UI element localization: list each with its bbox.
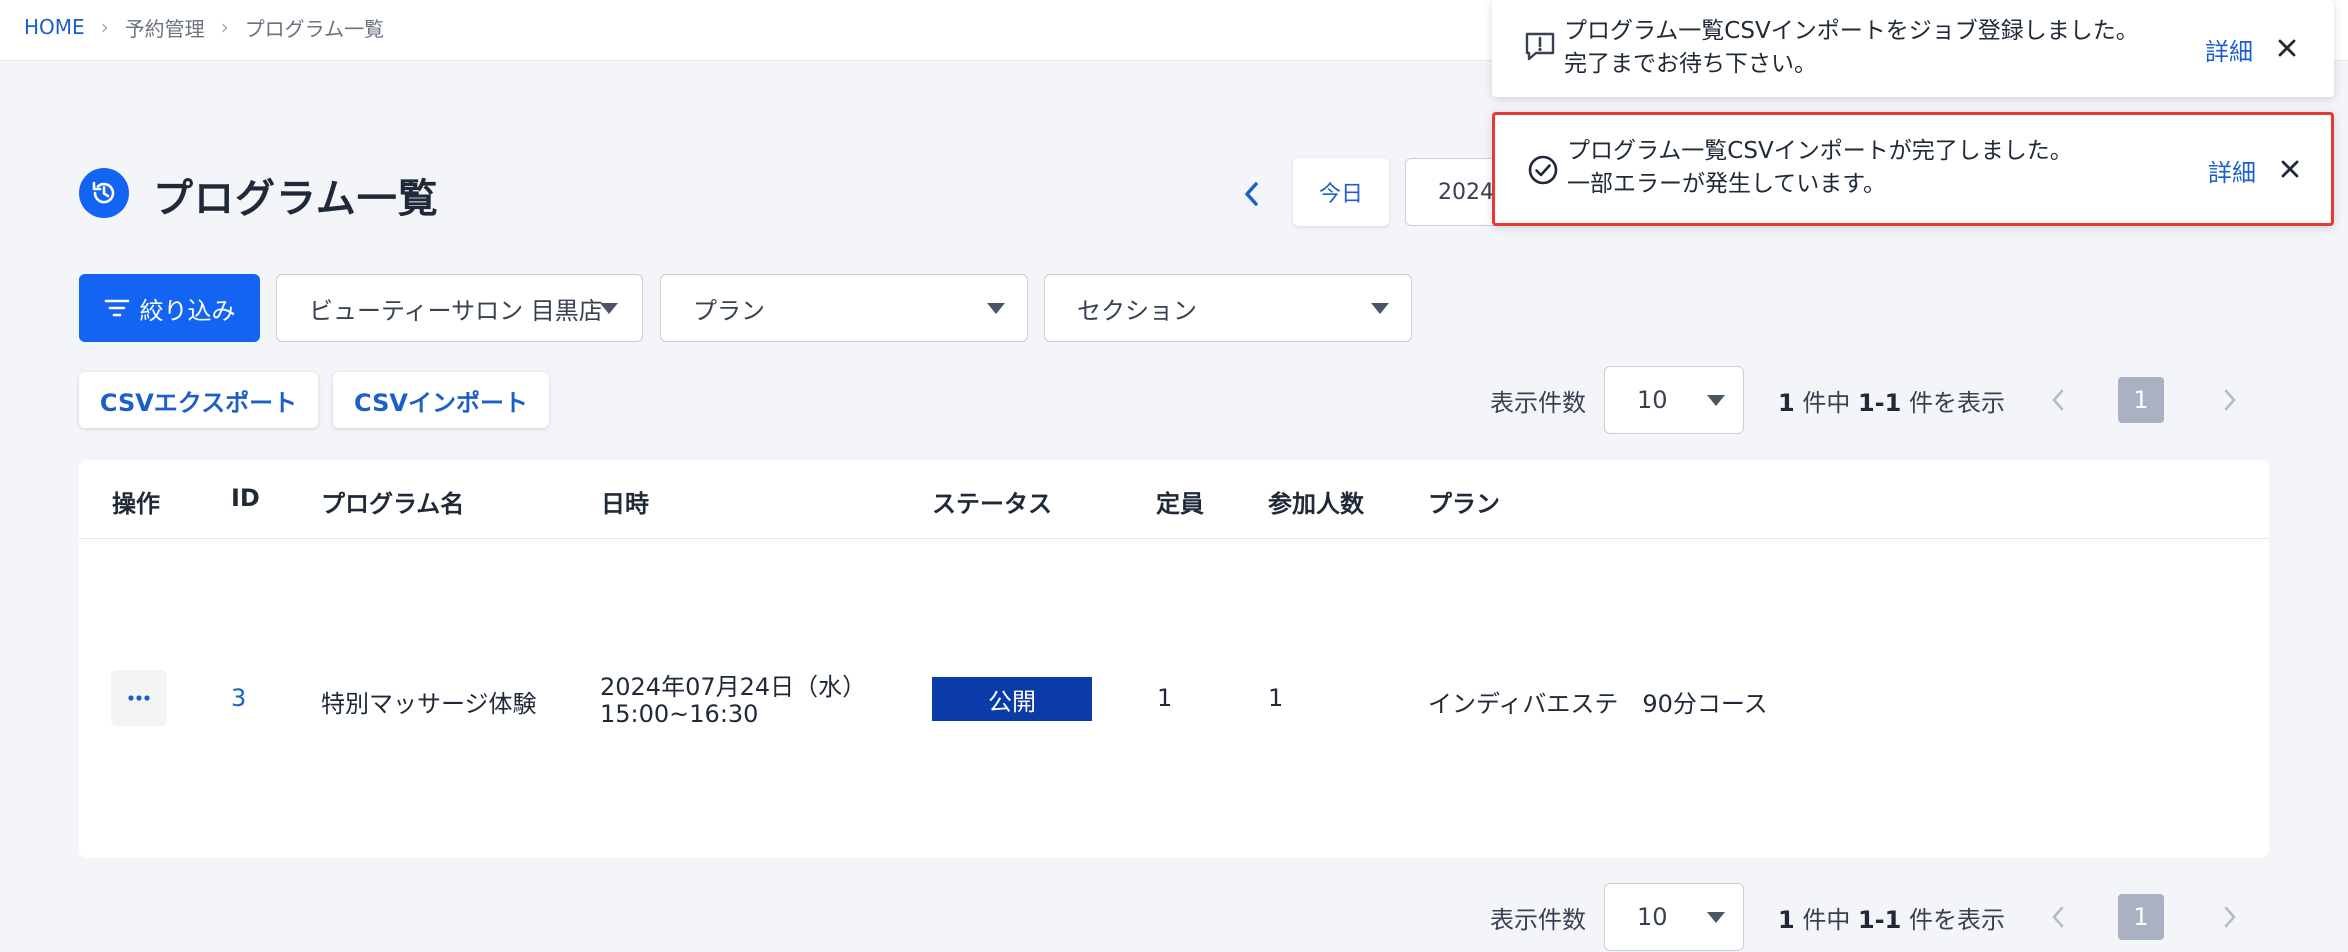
page-number-button[interactable]: 1	[2118, 377, 2164, 423]
header-datetime: 日時	[601, 490, 649, 518]
csv-import-button[interactable]: CSVインポート	[333, 372, 549, 428]
breadcrumb-home[interactable]: HOME	[24, 15, 85, 39]
toast-line-2: 一部エラーが発生しています。	[1567, 171, 1887, 197]
breadcrumb-reservation[interactable]: 予約管理	[125, 13, 205, 42]
row-date: 2024年07月24日（水）	[600, 673, 867, 701]
row-id-link[interactable]: 3	[231, 684, 246, 712]
filter-icon	[104, 299, 129, 317]
breadcrumb: HOME › 予約管理 › プログラム一覧	[24, 13, 385, 42]
toast-import-complete: プログラム一覧CSVインポートが完了しました。 一部エラーが発生しています。 詳…	[1492, 112, 2334, 226]
next-page-button[interactable]	[2208, 378, 2252, 422]
row-program-name: 特別マッサージ体験	[321, 690, 537, 718]
per-page-select[interactable]: 10	[1604, 366, 1744, 434]
chevron-left-icon	[2052, 906, 2064, 928]
header-status: ステータス	[932, 490, 1052, 518]
date-value: 2024	[1438, 179, 1494, 205]
status-badge: 公開	[932, 677, 1092, 721]
toast-message: プログラム一覧CSVインポートをジョブ登録しました。 完了までお待ち下さい。	[1564, 15, 2139, 81]
caret-down-icon	[987, 303, 1005, 314]
header-participants: 参加人数	[1268, 490, 1364, 518]
header-capacity: 定員	[1156, 490, 1204, 518]
header-id: ID	[231, 484, 260, 512]
plan-select-value: プラン	[693, 296, 765, 325]
chevron-left-icon	[1245, 182, 1258, 206]
result-count: 1 件中 1-1 件を表示	[1778, 905, 2005, 934]
breadcrumb-separator-icon: ›	[100, 15, 109, 39]
previous-page-button[interactable]	[2036, 378, 2080, 422]
toast-line-1: プログラム一覧CSVインポートをジョブ登録しました。	[1564, 18, 2139, 44]
store-select[interactable]: ビューティーサロン 目黒店	[276, 274, 643, 342]
close-icon[interactable]	[2272, 33, 2302, 63]
filter-button-label: 絞り込み	[139, 296, 236, 325]
program-table: 操作 ID プログラム名 日時 ステータス 定員 参加人数 プラン 3 特別マッ…	[79, 460, 2269, 858]
breadcrumb-current: プログラム一覧	[244, 16, 385, 41]
more-horizontal-icon	[128, 695, 150, 701]
caret-down-icon	[1707, 395, 1725, 406]
toast-line-1: プログラム一覧CSVインポートが完了しました。	[1567, 138, 2073, 164]
pagination-bottom: 表示件数 10 1 件中 1-1 件を表示 1	[1490, 883, 2252, 951]
per-page-label: 表示件数	[1490, 905, 1586, 934]
check-circle-icon	[1528, 155, 1558, 185]
today-button[interactable]: 今日	[1293, 158, 1389, 226]
csv-export-button[interactable]: CSVエクスポート	[79, 372, 318, 428]
per-page-value: 10	[1637, 903, 1668, 931]
toast-job-registered: プログラム一覧CSVインポートをジョブ登録しました。 完了までお待ち下さい。 詳…	[1492, 0, 2334, 97]
row-actions-button[interactable]	[111, 670, 167, 726]
info-message-icon	[1525, 32, 1555, 61]
toast-message: プログラム一覧CSVインポートが完了しました。 一部エラーが発生しています。	[1567, 135, 2073, 201]
per-page-label: 表示件数	[1490, 388, 1586, 417]
header-name: プログラム名	[321, 490, 465, 518]
row-plan: インディバエステ 90分コース	[1428, 690, 1768, 718]
previous-page-button[interactable]	[2036, 895, 2080, 939]
chevron-left-icon	[2052, 389, 2064, 411]
page-title: プログラム一覧	[153, 176, 439, 222]
store-select-value: ビューティーサロン 目黒店	[309, 296, 603, 325]
row-time: 15:00~16:30	[600, 700, 759, 728]
header-action: 操作	[112, 490, 160, 518]
toast-detail-link[interactable]: 詳細	[2208, 153, 2256, 188]
breadcrumb-separator-icon: ›	[220, 15, 229, 39]
per-page-value: 10	[1637, 386, 1668, 414]
header-plan: プラン	[1428, 490, 1500, 518]
page-number-button[interactable]: 1	[2118, 894, 2164, 940]
plan-select[interactable]: プラン	[660, 274, 1028, 342]
chevron-right-icon	[2224, 389, 2236, 411]
toast-line-2: 完了までお待ち下さい。	[1564, 51, 1817, 77]
toast-detail-link[interactable]: 詳細	[2205, 32, 2253, 67]
section-select[interactable]: セクション	[1044, 274, 1412, 342]
next-page-button[interactable]	[2208, 895, 2252, 939]
history-icon	[79, 168, 129, 218]
filter-button[interactable]: 絞り込み	[79, 274, 260, 342]
row-capacity: 1	[1157, 684, 1173, 712]
caret-down-icon	[1707, 912, 1725, 923]
pagination-top: 表示件数 10 1 件中 1-1 件を表示 1	[1490, 366, 2252, 434]
caret-down-icon	[1371, 303, 1389, 314]
per-page-select[interactable]: 10	[1604, 883, 1744, 951]
chevron-right-icon	[2224, 906, 2236, 928]
table-header: 操作 ID プログラム名 日時 ステータス 定員 参加人数 プラン	[79, 460, 2269, 539]
caret-down-icon	[600, 303, 618, 314]
section-select-value: セクション	[1077, 296, 1197, 325]
close-icon[interactable]	[2275, 154, 2305, 184]
row-participants: 1	[1268, 684, 1284, 712]
result-count: 1 件中 1-1 件を表示	[1778, 388, 2005, 417]
previous-date-button[interactable]	[1230, 172, 1274, 216]
